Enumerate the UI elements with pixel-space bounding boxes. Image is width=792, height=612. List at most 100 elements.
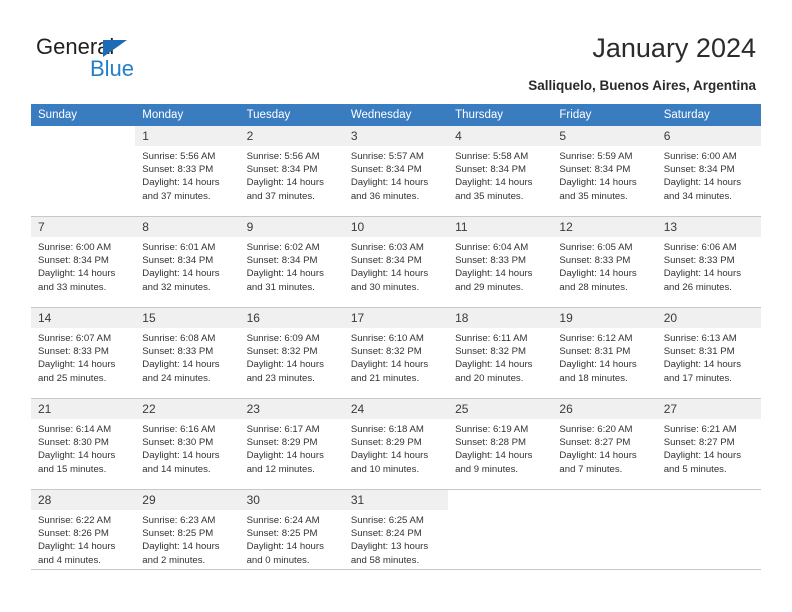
sunset-text: Sunset: 8:33 PM — [142, 164, 214, 176]
calendar-day-cell[interactable]: 22 Sunrise: 6:16 AM Sunset: 8:30 PM Dayl… — [135, 398, 240, 490]
sunset-text: Sunset: 8:29 PM — [350, 437, 422, 449]
day-number — [552, 490, 657, 510]
daylight-text-line1: Daylight: 14 hours — [350, 177, 429, 189]
sunrise-text: Sunrise: 6:07 AM — [38, 333, 112, 344]
sunrise-text: Sunrise: 6:11 AM — [455, 333, 528, 344]
calendar-day-cell[interactable]: 23 Sunrise: 6:17 AM Sunset: 8:29 PM Dayl… — [239, 398, 344, 490]
sunset-text: Sunset: 8:33 PM — [38, 346, 109, 358]
day-info: Sunrise: 6:23 AM Sunset: 8:25 PM Dayligh… — [135, 510, 239, 567]
calendar-day-cell[interactable]: 6 Sunrise: 6:00 AM Sunset: 8:34 PM Dayli… — [656, 126, 761, 217]
daylight-text-line1: Daylight: 14 hours — [246, 359, 324, 371]
daylight-text-line2: and 58 minutes. — [350, 554, 420, 566]
day-info: Sunrise: 5:59 AM Sunset: 8:34 PM Dayligh… — [552, 146, 656, 203]
sunrise-text: Sunrise: 5:58 AM — [455, 151, 529, 162]
calendar-day-cell[interactable]: 16 Sunrise: 6:09 AM Sunset: 8:32 PM Dayl… — [239, 307, 344, 399]
daylight-text-line2: and 34 minutes. — [663, 190, 732, 202]
sunrise-text: Sunrise: 6:25 AM — [350, 515, 424, 526]
bottom-divider — [31, 569, 761, 570]
calendar-week-row: 28 Sunrise: 6:22 AM Sunset: 8:26 PM Dayl… — [31, 489, 761, 580]
logo-triangle-icon — [103, 40, 127, 57]
calendar-day-cell[interactable]: 26 Sunrise: 6:20 AM Sunset: 8:27 PM Dayl… — [552, 398, 657, 490]
day-number: 19 — [552, 308, 657, 328]
day-number: 9 — [239, 217, 344, 237]
day-number: 17 — [343, 308, 449, 328]
calendar-day-cell[interactable]: 10 Sunrise: 6:03 AM Sunset: 8:34 PM Dayl… — [343, 216, 449, 308]
calendar-day-cell[interactable]: 4 Sunrise: 5:58 AM Sunset: 8:34 PM Dayli… — [448, 126, 553, 217]
sunrise-text: Sunrise: 5:57 AM — [350, 151, 424, 162]
page-header: General Blue January 2024 Salliquelo, Bu… — [0, 0, 792, 104]
day-info: Sunrise: 6:20 AM Sunset: 8:27 PM Dayligh… — [552, 419, 656, 476]
calendar-day-cell[interactable]: 18 Sunrise: 6:11 AM Sunset: 8:32 PM Dayl… — [448, 307, 553, 399]
day-info: Sunrise: 6:16 AM Sunset: 8:30 PM Dayligh… — [135, 419, 239, 476]
sunset-text: Sunset: 8:27 PM — [663, 437, 735, 449]
calendar-day-cell[interactable]: 13 Sunrise: 6:06 AM Sunset: 8:33 PM Dayl… — [656, 216, 761, 308]
calendar-day-cell[interactable]: 31 Sunrise: 6:25 AM Sunset: 8:24 PM Dayl… — [343, 489, 449, 580]
day-number — [31, 126, 136, 146]
sunrise-text: Sunrise: 6:19 AM — [455, 424, 529, 435]
daylight-text-line2: and 26 minutes. — [663, 281, 732, 293]
sunrise-text: Sunrise: 6:13 AM — [663, 333, 737, 344]
calendar-day-cell[interactable]: 5 Sunrise: 5:59 AM Sunset: 8:34 PM Dayli… — [552, 126, 657, 217]
calendar-grid: Sunday Monday Tuesday Wednesday Thursday… — [31, 104, 761, 580]
day-number: 13 — [656, 217, 761, 237]
calendar-day-cell[interactable]: 2 Sunrise: 5:56 AM Sunset: 8:34 PM Dayli… — [239, 126, 344, 217]
calendar-day-cell[interactable] — [552, 489, 657, 580]
daylight-text-line2: and 21 minutes. — [350, 372, 420, 384]
day-number: 18 — [448, 308, 553, 328]
sunrise-text: Sunrise: 5:59 AM — [559, 151, 633, 162]
daylight-text-line1: Daylight: 14 hours — [455, 177, 533, 189]
sunset-text: Sunset: 8:34 PM — [350, 164, 422, 176]
daylight-text-line2: and 23 minutes. — [246, 372, 315, 384]
calendar-day-cell[interactable]: 11 Sunrise: 6:04 AM Sunset: 8:33 PM Dayl… — [448, 216, 553, 308]
daylight-text-line2: and 7 minutes. — [559, 463, 623, 475]
calendar-day-cell[interactable]: 15 Sunrise: 6:08 AM Sunset: 8:33 PM Dayl… — [135, 307, 240, 399]
daylight-text-line1: Daylight: 14 hours — [142, 268, 220, 280]
sunset-text: Sunset: 8:26 PM — [38, 528, 109, 540]
calendar-day-cell[interactable] — [656, 489, 761, 580]
daylight-text-line1: Daylight: 14 hours — [142, 450, 220, 462]
calendar-day-cell[interactable]: 14 Sunrise: 6:07 AM Sunset: 8:33 PM Dayl… — [31, 307, 136, 399]
calendar-day-cell[interactable]: 12 Sunrise: 6:05 AM Sunset: 8:33 PM Dayl… — [552, 216, 657, 308]
weekday-header-wednesday: Wednesday — [343, 104, 449, 126]
calendar-day-cell[interactable]: 20 Sunrise: 6:13 AM Sunset: 8:31 PM Dayl… — [656, 307, 761, 399]
weekday-header-sunday: Sunday — [31, 104, 136, 126]
calendar-day-cell[interactable]: 8 Sunrise: 6:01 AM Sunset: 8:34 PM Dayli… — [135, 216, 240, 308]
day-info: Sunrise: 6:18 AM Sunset: 8:29 PM Dayligh… — [344, 419, 448, 476]
daylight-text-line1: Daylight: 14 hours — [142, 177, 220, 189]
daylight-text-line1: Daylight: 14 hours — [350, 450, 429, 462]
sunrise-text: Sunrise: 5:56 AM — [142, 151, 216, 162]
calendar-day-cell[interactable]: 27 Sunrise: 6:21 AM Sunset: 8:27 PM Dayl… — [656, 398, 761, 490]
calendar-day-cell[interactable]: 1 Sunrise: 5:56 AM Sunset: 8:33 PM Dayli… — [135, 126, 240, 217]
sunset-text: Sunset: 8:31 PM — [559, 346, 631, 358]
day-number: 22 — [135, 399, 240, 419]
calendar-day-cell[interactable]: 28 Sunrise: 6:22 AM Sunset: 8:26 PM Dayl… — [31, 489, 136, 580]
calendar-day-cell[interactable]: 19 Sunrise: 6:12 AM Sunset: 8:31 PM Dayl… — [552, 307, 657, 399]
sunset-text: Sunset: 8:34 PM — [455, 164, 527, 176]
day-number: 7 — [31, 217, 136, 237]
day-info: Sunrise: 6:13 AM Sunset: 8:31 PM Dayligh… — [657, 328, 761, 385]
daylight-text-line1: Daylight: 14 hours — [350, 268, 429, 280]
day-number: 21 — [31, 399, 136, 419]
day-number — [656, 490, 761, 510]
daylight-text-line1: Daylight: 14 hours — [559, 177, 637, 189]
calendar-day-cell[interactable]: 3 Sunrise: 5:57 AM Sunset: 8:34 PM Dayli… — [343, 126, 449, 217]
sunset-text: Sunset: 8:30 PM — [38, 437, 109, 449]
day-info: Sunrise: 6:25 AM Sunset: 8:24 PM Dayligh… — [344, 510, 448, 567]
calendar-day-cell[interactable] — [448, 489, 553, 580]
calendar-day-cell[interactable]: 17 Sunrise: 6:10 AM Sunset: 8:32 PM Dayl… — [343, 307, 449, 399]
calendar-day-cell[interactable]: 7 Sunrise: 6:00 AM Sunset: 8:34 PM Dayli… — [31, 216, 136, 308]
calendar-day-cell[interactable]: 29 Sunrise: 6:23 AM Sunset: 8:25 PM Dayl… — [135, 489, 240, 580]
calendar-page: General Blue January 2024 Salliquelo, Bu… — [0, 0, 792, 612]
calendar-day-cell[interactable]: 24 Sunrise: 6:18 AM Sunset: 8:29 PM Dayl… — [343, 398, 449, 490]
day-number — [448, 490, 553, 510]
calendar-day-cell[interactable]: 9 Sunrise: 6:02 AM Sunset: 8:34 PM Dayli… — [239, 216, 344, 308]
sunset-text: Sunset: 8:34 PM — [38, 255, 109, 267]
calendar-week-row: 1 Sunrise: 5:56 AM Sunset: 8:33 PM Dayli… — [31, 126, 761, 217]
calendar-day-cell[interactable]: 25 Sunrise: 6:19 AM Sunset: 8:28 PM Dayl… — [448, 398, 553, 490]
calendar-day-cell[interactable]: 30 Sunrise: 6:24 AM Sunset: 8:25 PM Dayl… — [239, 489, 344, 580]
calendar-day-cell[interactable]: 21 Sunrise: 6:14 AM Sunset: 8:30 PM Dayl… — [31, 398, 136, 490]
day-number: 10 — [343, 217, 449, 237]
daylight-text-line1: Daylight: 14 hours — [559, 268, 637, 280]
calendar-day-cell[interactable] — [31, 126, 136, 217]
calendar-week-row: 21 Sunrise: 6:14 AM Sunset: 8:30 PM Dayl… — [31, 398, 761, 490]
